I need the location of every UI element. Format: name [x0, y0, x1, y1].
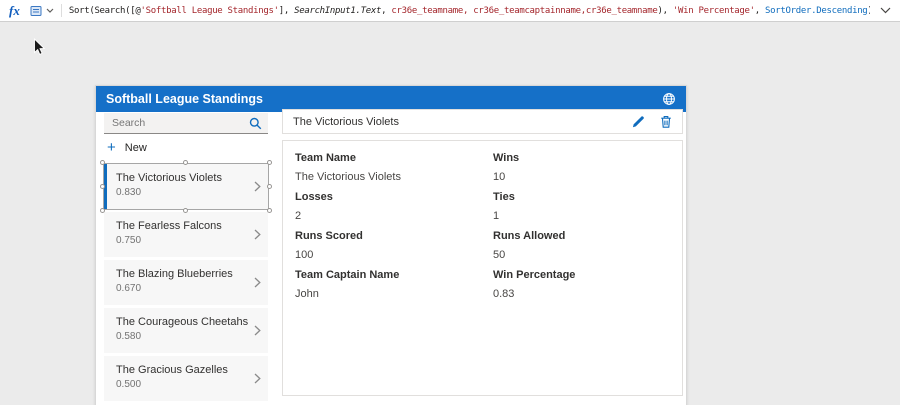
- formula-segment: SortOrder: [765, 6, 811, 16]
- field-value: 1: [493, 210, 682, 222]
- chevron-right-icon: [254, 277, 261, 288]
- field-label: Team Name: [295, 152, 493, 164]
- gallery-list-item[interactable]: The Victorious Violets 0.830: [104, 164, 268, 209]
- detail-field: Wins 10: [493, 152, 682, 191]
- divider: [61, 4, 62, 17]
- field-label: Losses: [295, 191, 493, 203]
- formula-bar-expand-button[interactable]: [880, 7, 891, 14]
- team-name: The Blazing Blueberries: [116, 268, 250, 280]
- field-value: 10: [493, 171, 682, 183]
- chevron-right-icon: [254, 229, 261, 240]
- team-name: The Gracious Gazelles: [116, 364, 250, 376]
- mouse-cursor: [33, 38, 46, 57]
- gallery-list-item[interactable]: The Blazing Blueberries 0.670: [104, 260, 268, 305]
- field-label: Team Captain Name: [295, 269, 493, 281]
- design-canvas[interactable]: Softball League Standings Search + New T…: [0, 22, 900, 405]
- field-value: 2: [295, 210, 493, 222]
- field-value: 50: [493, 249, 682, 261]
- field-label: Runs Scored: [295, 230, 493, 242]
- formula-bar: fx Sort(Search([@'Softball League Standi…: [0, 0, 900, 22]
- detail-field: Ties 1: [493, 191, 682, 230]
- chevron-right-icon: [254, 373, 261, 384]
- detail-form: Team Name The Victorious VioletsWins 10Los…: [282, 140, 683, 396]
- detail-field: Runs Allowed 50: [493, 230, 682, 269]
- team-win-percentage: 0.580: [116, 331, 250, 342]
- gallery-list-item[interactable]: The Gracious Gazelles 0.500: [104, 356, 268, 401]
- fx-icon: fx: [9, 3, 20, 19]
- selection-handle[interactable]: [100, 160, 105, 165]
- edit-pencil-icon[interactable]: [632, 115, 645, 128]
- formula-segment: [@: [130, 6, 140, 16]
- formula-segment: ,: [381, 6, 391, 16]
- chevron-down-icon: [880, 7, 891, 14]
- chevron-right-icon: [254, 181, 261, 192]
- screen-title: Softball League Standings: [106, 92, 263, 106]
- plus-icon: +: [107, 141, 116, 155]
- team-win-percentage: 0.500: [116, 379, 250, 390]
- app-screen: Softball League Standings Search + New T…: [95, 85, 687, 405]
- formula-segment: SearchInput1.Text: [294, 6, 381, 16]
- field-label: Ties: [493, 191, 682, 203]
- formula-segment: 'Win Percentage': [673, 6, 755, 16]
- team-win-percentage: 0.670: [116, 283, 250, 294]
- team-name: The Courageous Cheetahs: [116, 316, 250, 328]
- field-label: Runs Allowed: [493, 230, 682, 242]
- selection-handle[interactable]: [183, 160, 188, 165]
- formula-segment: ,: [755, 6, 765, 16]
- formula-segment: Search(: [94, 6, 130, 16]
- detail-field: Team Captain Name John: [295, 269, 493, 308]
- delete-trash-icon[interactable]: [660, 115, 672, 128]
- formula-segment: ],: [279, 6, 294, 16]
- detail-field: Losses 2: [295, 191, 493, 230]
- detail-title-bar: The Victorious Violets: [282, 109, 683, 134]
- formula-input[interactable]: Sort(Search([@'Softball League Standings…: [69, 6, 870, 16]
- gallery-list-item[interactable]: The Courageous Cheetahs 0.580: [104, 308, 268, 353]
- field-label: Wins: [493, 152, 682, 164]
- browse-panel: Search + New The Victorious Violets 0.830…: [104, 113, 268, 404]
- chevron-right-icon: [254, 325, 261, 336]
- search-placeholder: Search: [112, 117, 145, 129]
- detail-field: Team Name The Victorious Violets: [295, 152, 493, 191]
- formula-type-icon: [30, 5, 42, 17]
- selection-handle[interactable]: [183, 208, 188, 213]
- detail-field: Win Percentage 0.83: [493, 269, 682, 308]
- detail-title: The Victorious Violets: [293, 116, 399, 128]
- detail-panel: The Victorious Violets Team Name The Vict…: [282, 109, 683, 396]
- field-label: Win Percentage: [493, 269, 682, 281]
- team-name: The Fearless Falcons: [116, 220, 250, 232]
- formula-segment: ): [867, 6, 870, 16]
- formula-segment: Sort(: [69, 6, 95, 16]
- field-value: 100: [295, 249, 493, 261]
- detail-field: Runs Scored 100: [295, 230, 493, 269]
- team-win-percentage: 0.750: [116, 235, 250, 246]
- gallery-list-item[interactable]: The Fearless Falcons 0.750: [104, 212, 268, 257]
- search-input[interactable]: Search: [104, 113, 268, 134]
- selection-handle[interactable]: [267, 184, 272, 189]
- selection-handle[interactable]: [267, 160, 272, 165]
- field-value: John: [295, 288, 493, 300]
- selection-handle[interactable]: [100, 184, 105, 189]
- team-win-percentage: 0.830: [116, 187, 250, 198]
- selection-handle[interactable]: [100, 208, 105, 213]
- new-item-label: New: [125, 142, 147, 154]
- formula-segment: ),: [658, 6, 673, 16]
- field-value: 0.83: [493, 288, 682, 300]
- team-name: The Victorious Violets: [116, 172, 250, 184]
- team-gallery: The Victorious Violets 0.830 The Fearless …: [104, 164, 268, 401]
- formula-segment: 'Softball League Standings': [141, 6, 279, 16]
- detail-actions: [632, 115, 672, 128]
- formula-segment: cr36e_teamname, cr36e_teamcaptainname,cr…: [391, 6, 657, 16]
- field-value: The Victorious Violets: [295, 171, 493, 183]
- chevron-down-icon: [46, 8, 54, 13]
- globe-icon[interactable]: [662, 92, 676, 106]
- new-item-button[interactable]: + New: [107, 140, 268, 155]
- selection-handle[interactable]: [267, 208, 272, 213]
- search-icon[interactable]: [249, 117, 262, 135]
- formula-segment: .Descending: [811, 6, 867, 16]
- property-selector[interactable]: [30, 5, 54, 17]
